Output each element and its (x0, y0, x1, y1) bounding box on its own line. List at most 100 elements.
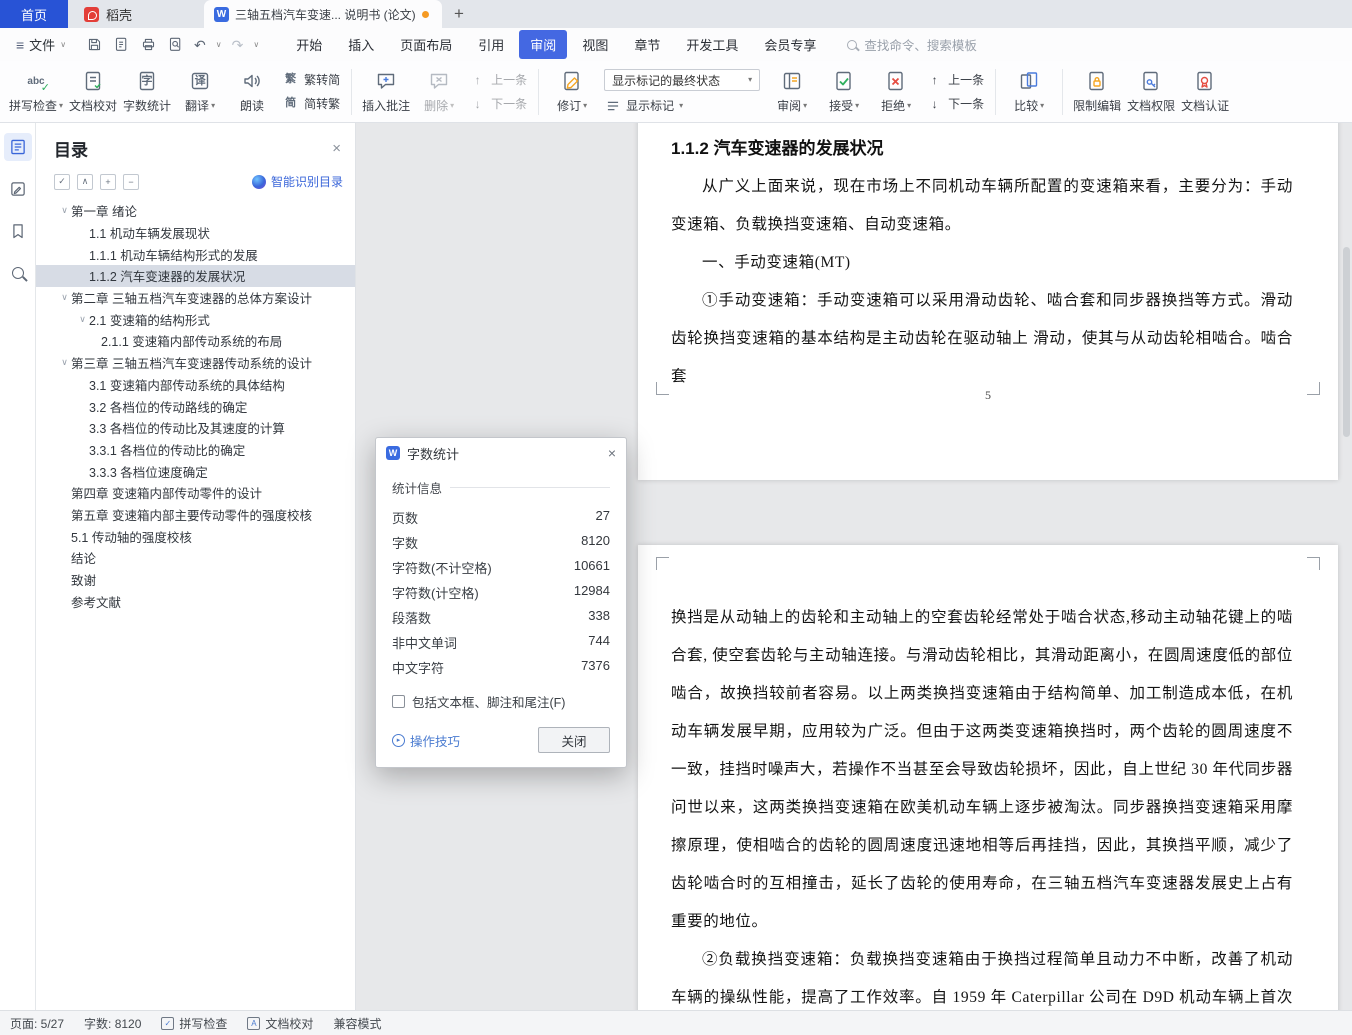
menu-tab-章节[interactable]: 章节 (623, 30, 671, 59)
select-headings-button[interactable]: ✓ (54, 173, 70, 190)
close-button[interactable]: 关闭 (538, 727, 610, 753)
markup-state-dropdown[interactable]: 显示标记的最终状态 ▾ (604, 69, 761, 91)
scrollbar-thumb[interactable] (1343, 247, 1350, 437)
document-page-6[interactable]: 换挡是从动轴上的齿轮和主动轴上的空套齿轮经常处于啮合状态,移动主动轴花键上的啮合… (638, 545, 1338, 1010)
doc-permission-button[interactable]: 文档权限 (1124, 69, 1178, 114)
chevron-down-icon[interactable]: ∨ (58, 357, 71, 368)
print-preview-button[interactable] (167, 36, 184, 53)
doc-proof-button[interactable]: 文档校对 (66, 69, 120, 114)
chevron-down-icon[interactable]: ∨ (76, 314, 89, 325)
review-pane-button[interactable]: 审阅 ▾ (766, 69, 818, 114)
toc-item[interactable]: 3.3.3 各档位速度确定 (36, 460, 355, 482)
toc-panel-button[interactable] (3, 133, 32, 161)
menu-tab-视图[interactable]: 视图 (571, 30, 619, 59)
toc-item[interactable]: ∨ 第一章 绪论 (36, 200, 355, 222)
bookmark-panel-button[interactable] (4, 217, 32, 245)
command-search[interactable]: 查找命令、搜索模板 (847, 35, 977, 54)
smart-toc-button[interactable]: 智能识别目录 (251, 173, 343, 190)
expand-button[interactable]: + (100, 173, 116, 190)
delete-comment-button[interactable]: 删除 ▾ (413, 69, 465, 114)
page-indicator[interactable]: 页面: 5/27 (10, 1015, 64, 1032)
translate-button[interactable]: 译 翻译 ▾ (174, 69, 226, 114)
doc-proof-toggle[interactable]: A 文档校对 (247, 1015, 313, 1032)
document-paragraph[interactable]: ②负载换挡变速箱：负载换挡变速箱由于换挡过程简单且动力不中断，改善了机动车辆的操… (671, 941, 1293, 1010)
read-aloud-button[interactable]: 朗读 (226, 69, 278, 114)
menu-tab-开发工具[interactable]: 开发工具 (675, 30, 749, 59)
word-count-button[interactable]: 字 字数统计 (120, 69, 174, 114)
document-page-5[interactable]: 1.1.2 汽车变速器的发展状况 从广义上面来说，现在市场上不同机动车辆所配置的变… (638, 123, 1338, 480)
save-button[interactable] (86, 36, 103, 53)
toc-item[interactable]: 3.1 变速箱内部传动系统的具体结构 (36, 374, 355, 396)
prev-change-button[interactable]: ↑ 上一条 (926, 71, 985, 88)
restrict-edit-button[interactable]: 限制编辑 (1070, 69, 1124, 114)
menu-tab-页面布局[interactable]: 页面布局 (389, 30, 463, 59)
track-changes-button[interactable]: 修订 ▾ (546, 69, 598, 114)
print-button[interactable] (140, 36, 157, 53)
toc-item[interactable]: 2.1.1 变速箱内部传动系统的布局 (36, 330, 355, 352)
menu-tab-审阅[interactable]: 审阅 (519, 30, 568, 59)
spell-check-toggle[interactable]: ✓ 拼写检查 (161, 1015, 227, 1032)
toc-item[interactable]: 3.3 各档位的传动比及其速度的计算 (36, 417, 355, 439)
toc-item[interactable]: ∨ 第二章 三轴五档汽车变速器的总体方案设计 (36, 287, 355, 309)
undo-button[interactable]: ↶ (194, 38, 206, 52)
show-markup-button[interactable]: 显示标记 ▾ (604, 97, 760, 114)
menu-tab-插入[interactable]: 插入 (337, 30, 385, 59)
toc-item[interactable]: 3.3.1 各档位的传动比的确定 (36, 439, 355, 461)
notes-panel-button[interactable] (4, 175, 32, 203)
prev-comment-button[interactable]: ↑ 上一条 (469, 71, 528, 88)
document-scrollbar[interactable] (1342, 127, 1351, 997)
include-textbox-checkbox[interactable]: 包括文本框、脚注和尾注(F) (392, 692, 610, 711)
simp-to-trad-button[interactable]: 简 简转繁 (282, 95, 340, 112)
chevron-down-icon[interactable]: ∨ (58, 205, 71, 216)
collapse-button[interactable]: − (123, 173, 139, 190)
toc-item[interactable]: 1.1 机动车辆发展现状 (36, 222, 355, 244)
close-icon[interactable]: × (608, 445, 616, 461)
insert-comment-button[interactable]: 插入批注 (359, 69, 413, 114)
undo-caret-icon[interactable]: ∨ (216, 40, 222, 49)
toc-item[interactable]: 参考文献 (36, 590, 355, 612)
toc-item[interactable]: ∨ 第三章 三轴五档汽车变速器传动系统的设计 (36, 352, 355, 374)
next-comment-button[interactable]: ↓ 下一条 (469, 95, 528, 112)
more-commands-button[interactable]: ∨ (253, 40, 259, 49)
spell-check-button[interactable]: abc ✓ 拼写检查 ▾ (6, 69, 66, 114)
reject-button[interactable]: 拒绝 ▾ (870, 69, 922, 114)
tips-link[interactable]: ▸ 操作技巧 (392, 731, 460, 750)
document-paragraph[interactable]: ①手动变速箱：手动变速箱可以采用滑动齿轮、啮合套和同步器换挡等方式。滑动齿轮换挡… (671, 282, 1293, 396)
compare-button[interactable]: 比较 ▾ (1003, 69, 1055, 114)
find-panel-button[interactable] (4, 259, 32, 287)
home-tab[interactable]: 首页 (0, 0, 68, 28)
toc-item[interactable]: 第五章 变速箱内部主要传动零件的强度校核 (36, 504, 355, 526)
menu-tab-引用[interactable]: 引用 (467, 30, 515, 59)
toc-item[interactable]: ∨ 2.1 变速箱的结构形式 (36, 308, 355, 330)
new-tab-button[interactable]: + (442, 0, 476, 28)
next-change-button[interactable]: ↓ 下一条 (926, 95, 985, 112)
file-menu-button[interactable]: ≡ 文件 ∨ (10, 35, 72, 54)
toc-item[interactable]: 3.2 各档位的传动路线的确定 (36, 395, 355, 417)
toc-item[interactable]: 第四章 变速箱内部传动零件的设计 (36, 482, 355, 504)
document-paragraph[interactable]: 换挡是从动轴上的齿轮和主动轴上的空套齿轮经常处于啮合状态,移动主动轴花键上的啮合… (671, 599, 1293, 941)
redo-button[interactable]: ↷ (232, 38, 244, 52)
doc-auth-button[interactable]: 文档认证 (1178, 69, 1232, 114)
toc-item[interactable]: 致谢 (36, 569, 355, 591)
docer-tab[interactable]: 稻壳 (68, 0, 200, 28)
checkbox-icon[interactable] (392, 695, 405, 708)
document-paragraph[interactable]: 一、手动变速箱(MT) (671, 244, 1293, 282)
toc-item[interactable]: 5.1 传动轴的强度校核 (36, 525, 355, 547)
trad-to-simp-button[interactable]: 繁 繁转简 (282, 71, 340, 88)
toc-item[interactable]: 1.1.1 机动车辆结构形式的发展 (36, 243, 355, 265)
document-tab[interactable]: W 三轴五档汽车变速... 说明书 (论文) (204, 0, 442, 28)
collapse-all-button[interactable]: ∧ (77, 173, 93, 190)
toc-item[interactable]: 结论 (36, 547, 355, 569)
toc-item[interactable]: 1.1.2 汽车变速器的发展状况 (36, 265, 355, 287)
close-icon[interactable]: × (332, 140, 341, 157)
section-heading[interactable]: 1.1.2 汽车变速器的发展状况 (671, 130, 1293, 168)
compat-mode-indicator[interactable]: 兼容模式 (333, 1015, 381, 1032)
accept-button[interactable]: 接受 ▾ (818, 69, 870, 114)
chevron-down-icon[interactable]: ∨ (58, 292, 71, 303)
menu-tab-会员专享[interactable]: 会员专享 (753, 30, 827, 59)
export-button[interactable] (113, 36, 130, 53)
word-count-indicator[interactable]: 字数: 8120 (84, 1015, 141, 1032)
dialog-titlebar[interactable]: W 字数统计 × (376, 438, 626, 468)
document-paragraph[interactable]: 从广义上面来说，现在市场上不同机动车辆所配置的变速箱来看，主要分为：手动变速箱、… (671, 168, 1293, 244)
menu-tab-开始[interactable]: 开始 (285, 30, 333, 59)
